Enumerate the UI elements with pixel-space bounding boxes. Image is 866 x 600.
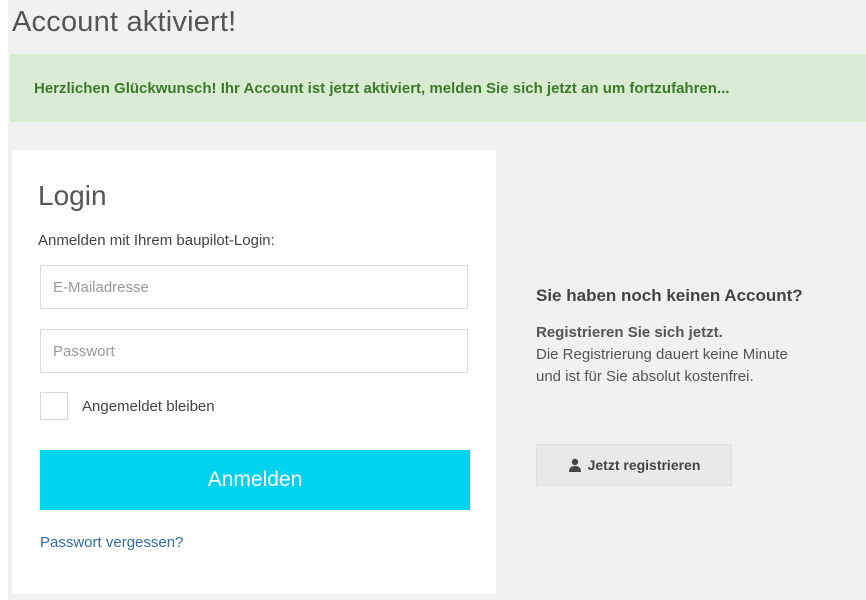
register-text-line-1: Die Registrierung dauert keine Minute [536, 346, 788, 363]
user-icon [568, 458, 582, 472]
login-subtitle: Anmelden mit Ihrem baupilot-Login: [38, 232, 275, 249]
password-field[interactable] [40, 329, 468, 373]
login-card: Login Anmelden mit Ihrem baupilot-Login:… [12, 150, 496, 594]
register-button[interactable]: Jetzt registrieren [536, 444, 732, 486]
register-bold-line: Registrieren Sie sich jetzt. [536, 324, 723, 341]
register-text-line-2: und ist für Sie absolut kostenfrei. [536, 368, 754, 385]
remember-me[interactable]: Angemeldet bleiben [40, 392, 215, 420]
register-button-label: Jetzt registrieren [587, 457, 701, 473]
login-button[interactable]: Anmelden [40, 450, 470, 510]
remember-checkbox[interactable] [40, 392, 68, 420]
alert-message: Herzlichen Glückwunsch! Ihr Account ist … [34, 79, 730, 97]
email-field[interactable] [40, 265, 468, 309]
login-title: Login [38, 180, 107, 211]
forgot-password-link[interactable]: Passwort vergessen? [40, 534, 183, 551]
success-alert: Herzlichen Glückwunsch! Ihr Account ist … [10, 54, 866, 122]
remember-label: Angemeldet bleiben [82, 397, 215, 415]
page-background: Account aktiviert! Herzlichen Glückwunsc… [8, 0, 866, 600]
register-panel: Sie haben noch keinen Account? Registrie… [536, 286, 866, 388]
page-title: Account aktiviert! [12, 6, 237, 38]
register-heading: Sie haben noch keinen Account? [536, 286, 803, 305]
